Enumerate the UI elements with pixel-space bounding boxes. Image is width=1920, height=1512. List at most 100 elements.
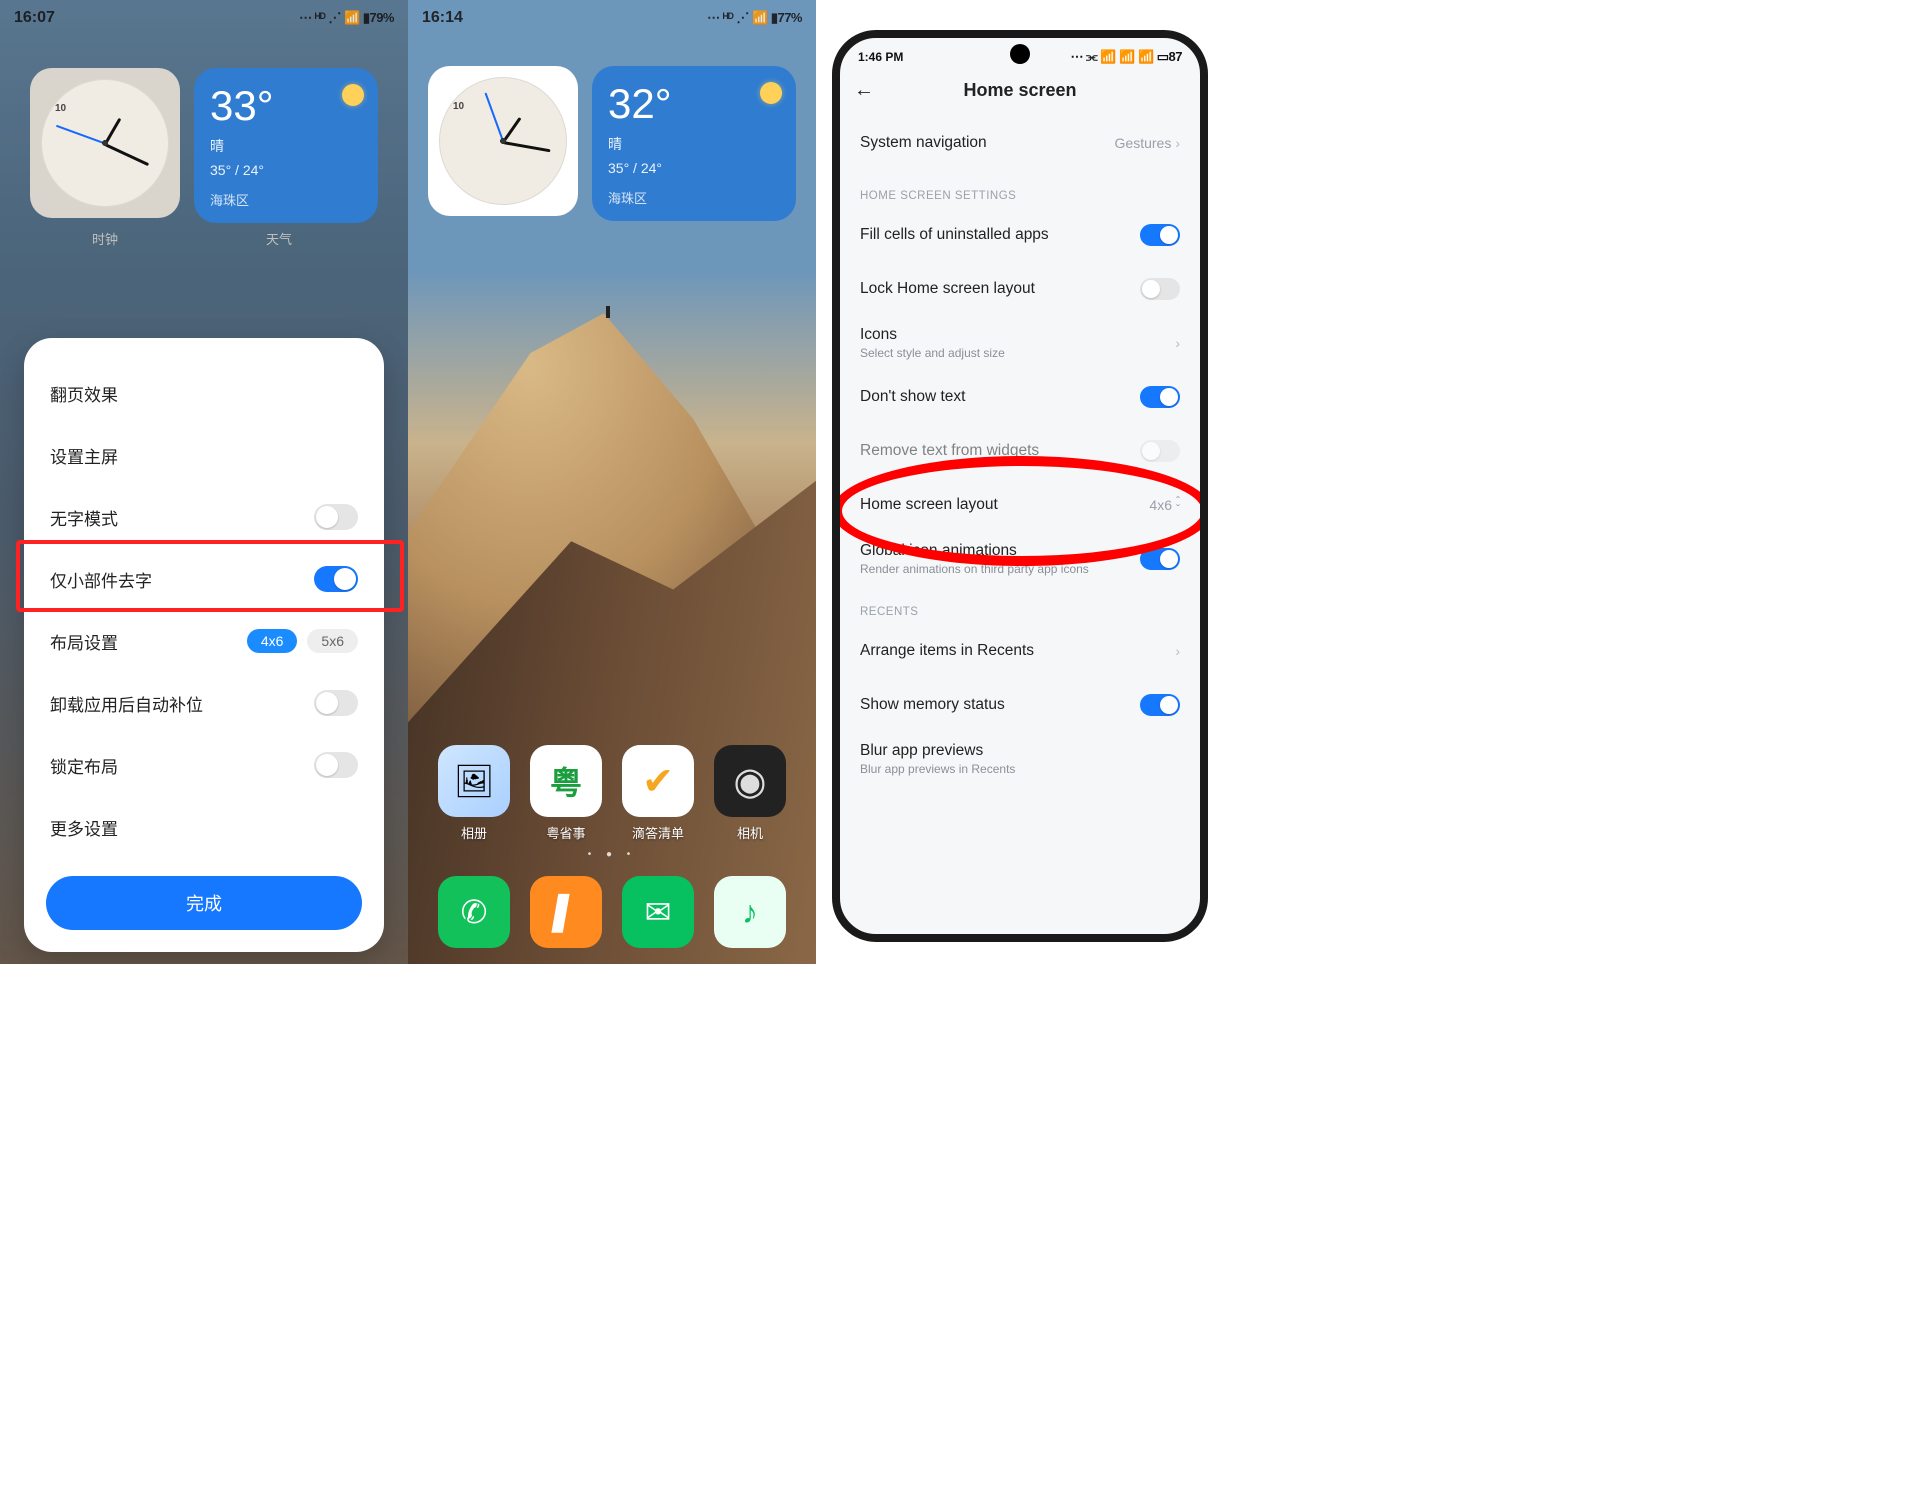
row-lock-layout[interactable]: 锁定布局 (24, 734, 384, 796)
phone-3-wrapper: 1:46 PM ⋯ ⫘ 📶 📶 📶 ▭87 ← Home screen Syst… (816, 0, 1224, 964)
row-system-navigation[interactable]: System navigation Gestures › (840, 116, 1200, 170)
chip-4x6[interactable]: 4x6 (247, 629, 298, 653)
weather-temp: 32° (608, 80, 780, 128)
icons-label: Icons (860, 326, 1005, 344)
status-right-icons: ⋯ ᴴᴰ ⋰ 📶 ▮77% (707, 10, 802, 26)
row-transition-label: 翻页效果 (50, 381, 118, 406)
camera-notch (1010, 44, 1030, 64)
weather-widget[interactable]: 32° 晴 35° / 24° 海珠区 (592, 66, 796, 221)
weather-range: 35° / 24° (608, 160, 780, 176)
status-bar: 16:14 ⋯ ᴴᴰ ⋰ 📶 ▮77% (408, 0, 816, 30)
weather-location: 海珠区 (210, 190, 362, 209)
home-layout-value: 4x6 ˆˇ (1149, 497, 1180, 513)
toggle-dont-show-text[interactable] (1140, 386, 1180, 408)
dont-show-text-label: Don't show text (860, 388, 965, 406)
app-gallery[interactable]: 相册 (438, 745, 510, 842)
toggle-no-text[interactable] (314, 504, 358, 530)
status-right-icons: ⋯ ⫘ 📶 📶 📶 ▭87 (1070, 49, 1182, 65)
toggle-fill-cells[interactable] (1140, 224, 1180, 246)
weather-temp: 33° (210, 82, 362, 130)
dock-messages-icon[interactable] (530, 876, 602, 948)
row-dont-show-text[interactable]: Don't show text (840, 370, 1200, 424)
row-set-home-label: 设置主屏 (50, 443, 118, 468)
yue-label: 粤省事 (546, 823, 585, 842)
clock-face: 10 (439, 77, 567, 205)
lock-layout-label: Lock Home screen layout (860, 280, 1035, 298)
weather-widget[interactable]: 33° 晴 35° / 24° 海珠区 (194, 68, 378, 223)
phone-3-settings: 1:46 PM ⋯ ⫘ 📶 📶 📶 ▭87 ← Home screen Syst… (832, 30, 1208, 942)
clock-tick-10: 10 (453, 101, 464, 112)
row-lock-layout-label: 锁定布局 (50, 753, 118, 778)
row-layout-label: 布局设置 (50, 629, 118, 654)
toggle-show-memory[interactable] (1140, 694, 1180, 716)
row-autofill[interactable]: 卸载应用后自动补位 (24, 672, 384, 734)
camera-icon (714, 745, 786, 817)
row-more-settings[interactable]: 更多设置 (24, 796, 384, 858)
row-set-home[interactable]: 设置主屏 (24, 424, 384, 486)
second-hand (485, 93, 504, 142)
chevron-right-icon: › (1175, 643, 1180, 659)
layout-chipset: 4x6 5x6 (247, 629, 358, 653)
row-transition[interactable]: 翻页效果 (24, 362, 384, 424)
dock-music-icon[interactable] (714, 876, 786, 948)
home-settings-sheet: 翻页效果 设置主屏 无字模式 仅小部件去字 布局设置 4x6 5x6 卸载应用后… (24, 338, 384, 952)
arrange-label: Arrange items in Recents (860, 642, 1034, 660)
app-yueshengshi[interactable]: 粤省事 (530, 745, 602, 842)
row-blur-previews[interactable]: Blur app previews Blur app previews in R… (840, 732, 1200, 786)
app-camera[interactable]: 相机 (714, 745, 786, 842)
back-arrow-icon[interactable]: ← (854, 79, 874, 102)
phone-2-home-screen: 16:14 ⋯ ᴴᴰ ⋰ 📶 ▮77% 10 32° 晴 35° / 24° 海… (408, 0, 816, 964)
dock-phone-icon[interactable] (438, 876, 510, 948)
wallpaper-person (606, 306, 610, 318)
status-time: 16:07 (14, 9, 55, 27)
toggle-lock-home-layout[interactable] (1140, 278, 1180, 300)
row-widgets-only-no-text[interactable]: 仅小部件去字 (24, 548, 384, 610)
weather-range: 35° / 24° (210, 162, 362, 178)
settings-body: System navigation Gestures › HOME SCREEN… (840, 112, 1200, 786)
remove-widget-text-label: Remove text from widgets (860, 442, 1039, 460)
page-indicator: • ● • (408, 849, 816, 860)
dock-wechat-icon[interactable] (622, 876, 694, 948)
ticktick-icon (622, 745, 694, 817)
row-arrange-recents[interactable]: Arrange items in Recents › (840, 624, 1200, 678)
dock (408, 876, 816, 948)
nav-label: System navigation (860, 134, 987, 152)
sun-icon (760, 82, 782, 104)
status-right-icons: ⋯ ᴴᴰ ⋰ 📶 ▮79% (299, 10, 394, 26)
done-button[interactable]: 完成 (46, 876, 362, 930)
home-layout-label: Home screen layout (860, 496, 998, 514)
second-hand (56, 125, 105, 144)
minute-hand (503, 141, 551, 152)
row-no-text-mode[interactable]: 无字模式 (24, 486, 384, 548)
gallery-label: 相册 (461, 823, 487, 842)
toggle-autofill[interactable] (314, 690, 358, 716)
row-lock-home-layout[interactable]: Lock Home screen layout (840, 262, 1200, 316)
chip-5x6[interactable]: 5x6 (307, 629, 358, 653)
row-global-icon-animations[interactable]: Global icon animations Render animations… (840, 532, 1200, 586)
row-show-memory-status[interactable]: Show memory status (840, 678, 1200, 732)
app-ticktick[interactable]: 滴答清单 (622, 745, 694, 842)
row-icons[interactable]: Icons Select style and adjust size › (840, 316, 1200, 370)
toggle-widgets-only-no-text[interactable] (314, 566, 358, 592)
memory-label: Show memory status (860, 696, 1005, 714)
hour-hand (502, 117, 522, 143)
section-recents: RECENTS (840, 586, 1200, 624)
gallery-icon (438, 745, 510, 817)
ticktick-label: 滴答清单 (632, 823, 684, 842)
blur-sub: Blur app previews in Recents (860, 762, 1015, 776)
icons-sub: Select style and adjust size (860, 346, 1005, 360)
row-widgets-only-label: 仅小部件去字 (50, 567, 152, 592)
row-fill-cells[interactable]: Fill cells of uninstalled apps (840, 208, 1200, 262)
phone-1-launcher-edit: 16:07 ⋯ ᴴᴰ ⋰ 📶 ▮79% 10 33° 晴 35° / 24° 海… (0, 0, 408, 964)
camera-label: 相机 (737, 823, 763, 842)
toggle-remove-widget-text[interactable] (1140, 440, 1180, 462)
clock-widget[interactable]: 10 (30, 68, 180, 218)
toggle-lock-layout[interactable] (314, 752, 358, 778)
anim-label: Global icon animations (860, 542, 1089, 560)
row-layout[interactable]: 布局设置 4x6 5x6 (24, 610, 384, 672)
row-home-screen-layout[interactable]: Home screen layout 4x6 ˆˇ (840, 478, 1200, 532)
toggle-global-icon-animations[interactable] (1140, 548, 1180, 570)
row-no-text-label: 无字模式 (50, 505, 118, 530)
clock-widget[interactable]: 10 (428, 66, 578, 216)
row-remove-text-from-widgets[interactable]: Remove text from widgets (840, 424, 1200, 478)
